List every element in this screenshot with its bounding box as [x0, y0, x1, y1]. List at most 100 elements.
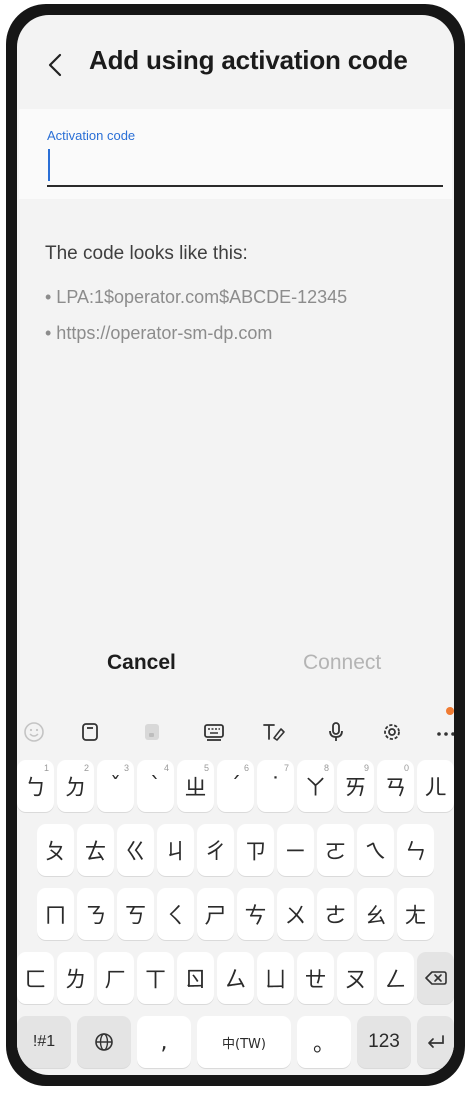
keyboard-key[interactable]: ㄞ9	[337, 760, 374, 812]
keyboard-key[interactable]: ㄝ	[297, 952, 334, 1004]
numbers-key[interactable]: 123	[357, 1016, 411, 1068]
keyboard-key[interactable]: ㄠ	[357, 888, 394, 940]
activation-code-input[interactable]	[47, 147, 449, 183]
key-hint: 8	[323, 763, 329, 773]
microphone-icon	[329, 722, 343, 741]
keyboard-key[interactable]: ˊ6	[217, 760, 254, 812]
cancel-button[interactable]: Cancel	[107, 651, 176, 675]
sticker-button[interactable]	[135, 715, 169, 749]
keyboard-key[interactable]: ㄆ	[37, 824, 74, 876]
keyboard-key[interactable]: ㄏ	[97, 952, 134, 1004]
keyboard-mode-button[interactable]	[197, 715, 231, 749]
keyboard-key[interactable]: ˙ 7	[257, 760, 294, 812]
keyboard-key[interactable]: ㄔ	[197, 824, 234, 876]
key-label: ˙	[270, 773, 281, 799]
activation-code-label: Activation code	[47, 128, 136, 143]
sticker-icon	[145, 724, 159, 740]
back-button[interactable]	[37, 45, 73, 85]
keyboard-key[interactable]: ㄚ8	[297, 760, 334, 812]
keyboard-key[interactable]: ㄡ	[337, 952, 374, 1004]
chevron-left-icon	[48, 53, 62, 77]
clipboard-button[interactable]	[73, 715, 107, 749]
emoji-button[interactable]	[17, 715, 51, 749]
keyboard-key[interactable]: ㄣ	[397, 824, 434, 876]
keyboard-key[interactable]: ㄖ	[177, 952, 214, 1004]
keyboard-key[interactable]: ㄟ	[357, 824, 394, 876]
key-hint: 3	[123, 763, 129, 773]
key-hint: 9	[363, 763, 369, 773]
key-label: ㄚ	[304, 776, 327, 801]
keyboard-toolbar	[17, 707, 454, 757]
phone-frame: Add using activation code Activation cod…	[6, 4, 465, 1086]
screen: Add using activation code Activation cod…	[17, 15, 454, 1075]
notification-dot	[446, 707, 454, 715]
key-label: ㄦ	[424, 776, 447, 801]
keyboard-key[interactable]: ㄈ	[17, 952, 54, 1004]
hint-example-lpa: • LPA:1$operator.com$ABCDE-12345	[45, 287, 348, 307]
keyboard-key[interactable]: ㄇ	[37, 888, 74, 940]
keyboard-key[interactable]: ㄘ	[237, 888, 274, 940]
keyboard-key[interactable]: ㄋ	[77, 888, 114, 940]
key-label: ㄅ	[24, 776, 47, 801]
key-label: ˇ	[110, 773, 121, 799]
keyboard-key[interactable]: ㄜ	[317, 888, 354, 940]
period-key[interactable]: 。	[297, 1016, 351, 1068]
globe-icon	[95, 1033, 113, 1051]
key-label: ㄓ	[184, 776, 207, 801]
keyboard-key[interactable]: ㄙ	[217, 952, 254, 1004]
keyboard-key[interactable]: ㄨ	[277, 888, 314, 940]
key-hint: 4	[163, 763, 169, 773]
emoji-icon	[24, 722, 44, 742]
more-icon	[437, 732, 454, 736]
keyboard-key[interactable]: ㄅ1	[17, 760, 54, 812]
input-underline	[47, 185, 443, 187]
key-hint: 0	[403, 763, 409, 773]
keyboard-key[interactable]: ㄤ	[397, 888, 434, 940]
keyboard-key[interactable]: ㄗ	[237, 824, 274, 876]
keyboard-key[interactable]: ㄕ	[197, 888, 234, 940]
keyboard-key[interactable]: ㄩ	[257, 952, 294, 1004]
keyboard-key[interactable]: ㄧ	[277, 824, 314, 876]
comma-key[interactable]: ,	[137, 1016, 191, 1068]
keyboard-key[interactable]: ㄐ	[157, 824, 194, 876]
connect-button[interactable]: Connect	[303, 651, 381, 675]
keyboard-key[interactable]: ㄍ	[117, 824, 154, 876]
handwriting-icon	[263, 724, 285, 741]
keyboard-key[interactable]: ㄦ	[417, 760, 454, 812]
symbols-key[interactable]: !#1	[17, 1016, 71, 1068]
key-hint: 1	[43, 763, 49, 773]
keyboard-key[interactable]: ˋ4	[137, 760, 174, 812]
keyboard-key[interactable]: ㄎ	[117, 888, 154, 940]
header: Add using activation code	[17, 15, 454, 107]
keyboard-key[interactable]: ㄑ	[157, 888, 194, 940]
enter-key[interactable]	[417, 1016, 454, 1068]
keyboard-key[interactable]: ㄉ2	[57, 760, 94, 812]
key-label: ㄢ	[384, 776, 407, 801]
page-title: Add using activation code	[89, 45, 408, 75]
keyboard-key[interactable]: ㄊ	[77, 824, 114, 876]
keyboard-key[interactable]: ㄛ	[317, 824, 354, 876]
key-hint: 5	[203, 763, 209, 773]
keyboard-icon	[204, 724, 224, 741]
keyboard-key[interactable]: ㄥ	[377, 952, 414, 1004]
handwriting-button[interactable]	[257, 715, 291, 749]
space-key[interactable]: 中(TW)	[197, 1016, 291, 1068]
key-hint: 6	[243, 763, 249, 773]
key-hint: 2	[83, 763, 89, 773]
hint-example-url: • https://operator-sm-dp.com	[45, 323, 273, 343]
keyboard-key[interactable]: ㄢ0	[377, 760, 414, 812]
key-label: ˋ	[150, 773, 161, 799]
more-options-button[interactable]	[429, 715, 454, 749]
keyboard-key[interactable]: ㄒ	[137, 952, 174, 1004]
settings-button[interactable]	[375, 715, 409, 749]
keyboard-key[interactable]: ㄓ5	[177, 760, 214, 812]
backspace-key[interactable]	[417, 952, 454, 1004]
key-hint: 7	[283, 763, 289, 773]
keyboard-key[interactable]: ㄌ	[57, 952, 94, 1004]
voice-input-button[interactable]	[319, 715, 353, 749]
keyboard-key[interactable]: ˇ3	[97, 760, 134, 812]
enter-icon	[427, 1035, 444, 1048]
language-key[interactable]	[77, 1016, 131, 1068]
clipboard-icon	[82, 723, 98, 741]
backspace-icon	[424, 971, 447, 985]
